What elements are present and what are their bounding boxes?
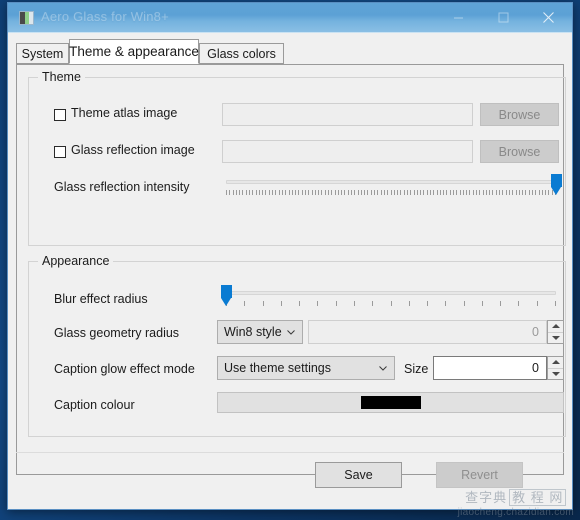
glass-geometry-radius-spin-value: 0 [532,325,539,339]
blur-effect-radius-label: Blur effect radius [54,292,148,306]
caption-glow-mode-combo-value: Use theme settings [224,361,331,375]
footer-divider [16,452,564,453]
application-window: Aero Glass for Win8+ System Theme & appe… [7,2,573,510]
watermark-brand-boxed: 教 程 网 [509,489,567,506]
tab-glass-colors[interactable]: Glass colors [199,43,284,64]
window-title: Aero Glass for Win8+ [41,9,169,24]
glass-reflection-image-checkbox[interactable] [54,146,66,158]
tab-theme-appearance[interactable]: Theme & appearance [69,39,199,64]
watermark: 查字典教 程 网 jiaocheng.chazidian.com [458,487,574,518]
revert-button[interactable]: Revert [436,462,523,488]
minimize-button[interactable] [436,3,481,32]
caption-colour-label: Caption colour [54,398,135,412]
appearance-group-legend: Appearance [38,254,114,268]
glass-geometry-radius-combo[interactable]: Win8 style [217,320,303,344]
glass-geometry-radius-label: Glass geometry radius [54,326,180,340]
blur-effect-radius-slider[interactable] [221,285,556,309]
chevron-down-icon [379,366,387,371]
caption-glow-size-label: Size [404,362,429,376]
triangle-down-icon [551,335,560,340]
save-button-label: Save [344,468,373,482]
caption-glow-size-input[interactable]: 0 [433,356,547,380]
watermark-line-1: 查字典教 程 网 [458,487,574,506]
watermark-line-2: jiaocheng.chazidian.com [457,507,574,518]
glass-reflection-browse-button[interactable]: Browse [480,140,559,163]
maximize-icon [498,12,509,23]
glass-geometry-radius-spinner[interactable] [547,320,564,344]
caption-glow-mode-combo[interactable]: Use theme settings [217,356,395,380]
caption-glow-size-value: 0 [532,361,539,375]
glass-reflection-intensity-label: Glass reflection intensity [54,180,190,194]
caption-glow-size-spinner[interactable] [547,356,564,380]
glass-reflection-browse-label: Browse [498,144,541,159]
caption-glow-mode-label: Caption glow effect mode [54,362,195,376]
close-button[interactable] [526,3,571,32]
maximize-button[interactable] [481,3,526,32]
glass-geometry-radius-spin-input[interactable]: 0 [308,320,547,344]
title-bar[interactable]: Aero Glass for Win8+ [8,3,572,33]
glass-reflection-path-input[interactable] [222,140,473,163]
tab-strip: System Theme & appearance Glass colors [16,39,572,64]
app-icon [19,11,34,25]
spinner-up-button[interactable] [548,321,563,333]
theme-group: Theme Theme atlas image Browse Glass ref… [28,70,566,246]
tab-system[interactable]: System [16,43,69,64]
glass-reflection-image-label: Glass reflection image [71,143,195,157]
tab-page-theme-appearance: Theme Theme atlas image Browse Glass ref… [16,64,566,475]
theme-atlas-label: Theme atlas image [71,106,178,120]
theme-atlas-checkbox[interactable] [54,109,66,121]
tab-glass-colors-label: Glass colors [207,46,276,61]
theme-atlas-path-input[interactable] [222,103,473,126]
spinner-up-button[interactable] [548,357,563,369]
triangle-down-icon [551,371,560,376]
triangle-up-icon [551,324,560,329]
spinner-down-button[interactable] [548,369,563,380]
triangle-up-icon [551,360,560,365]
revert-button-label: Revert [461,468,498,482]
close-icon [543,12,554,23]
slider-thumb[interactable] [551,174,562,195]
caption-colour-swatch [360,396,421,409]
slider-track [226,291,556,295]
slider-track [226,180,556,184]
watermark-brand: 查字典 [465,490,508,505]
tab-theme-appearance-label: Theme & appearance [69,44,199,59]
glass-geometry-radius-combo-value: Win8 style [224,325,282,339]
theme-atlas-browse-label: Browse [498,107,541,122]
minimize-icon [454,17,463,19]
glass-reflection-intensity-slider[interactable] [226,174,562,198]
caption-colour-button[interactable] [217,392,564,413]
spinner-down-button[interactable] [548,333,563,344]
tab-system-label: System [21,46,64,61]
slider-ticks [226,301,556,307]
save-button[interactable]: Save [315,462,402,488]
slider-ticks [226,190,556,196]
theme-group-legend: Theme [38,70,85,84]
appearance-group: Appearance Blur effect radius Glass geom… [28,254,566,437]
slider-thumb[interactable] [221,285,232,306]
chevron-down-icon [287,330,295,335]
theme-atlas-browse-button[interactable]: Browse [480,103,559,126]
